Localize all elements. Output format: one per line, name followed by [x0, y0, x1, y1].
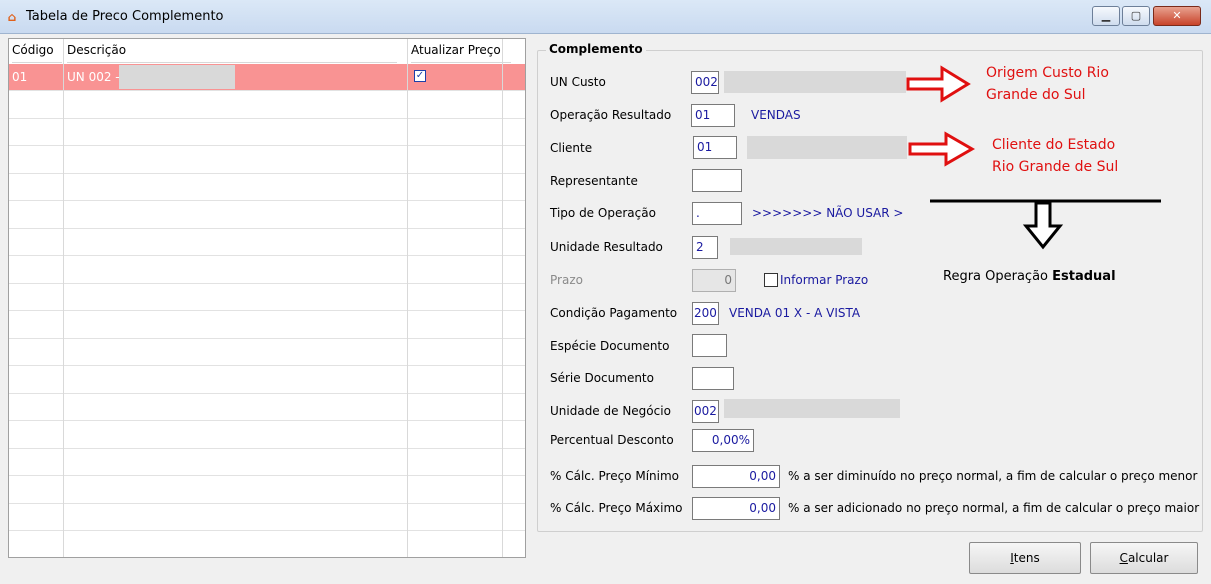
origem-annotation: Origem Custo Rio Grande do Sul [986, 62, 1109, 106]
down-arrow-icon [1022, 201, 1064, 250]
annotation-line: Cliente do Estado [992, 137, 1116, 153]
annotation-line: Rio Grande de Sul [992, 159, 1119, 175]
regra-annotation: Regra Operação Estadual [943, 269, 1116, 284]
calcular-button[interactable]: Calcular [1090, 542, 1198, 574]
calcular-mnemonic: C [1119, 551, 1128, 565]
itens-label: tens [1013, 551, 1040, 565]
red-arrow-icon [908, 131, 976, 167]
cliente-annotation: Cliente do Estado Rio Grande de Sul [992, 134, 1118, 178]
regra-prefix: Regra Operação [943, 269, 1053, 284]
calcular-label: alcular [1127, 551, 1169, 565]
annotation-line: Origem Custo Rio [986, 65, 1109, 81]
itens-button[interactable]: Itens [969, 542, 1081, 574]
regra-bold: Estadual [1052, 269, 1116, 284]
annotation-line: Grande do Sul [986, 87, 1086, 103]
red-arrow-icon [906, 65, 971, 103]
